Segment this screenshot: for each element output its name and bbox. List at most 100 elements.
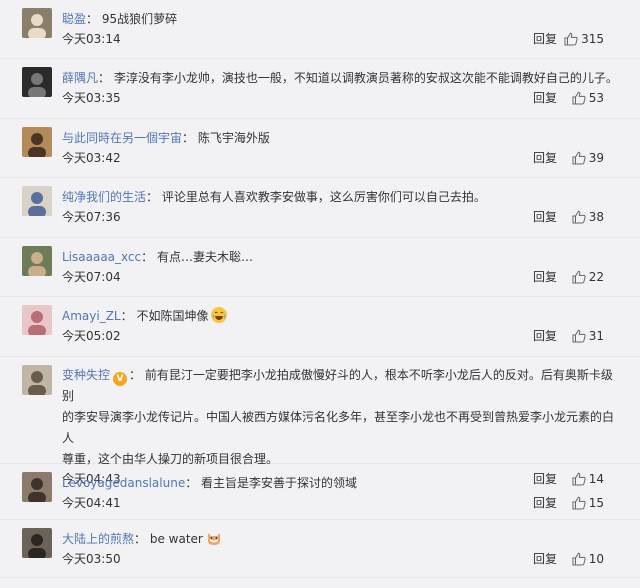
- cat-emoji-icon: [206, 530, 222, 546]
- comment-text: 95战狼们萝碎: [101, 12, 178, 26]
- reply-button[interactable]: 回复: [533, 325, 557, 347]
- comment-item: 大陆上的煎熬： be water 今天03:50 回复 10: [0, 520, 640, 578]
- like-button[interactable]: 39: [572, 147, 604, 169]
- avatar-image: [22, 186, 52, 216]
- avatar[interactable]: [22, 8, 52, 38]
- thumbs-up-icon: [564, 32, 578, 46]
- like-button[interactable]: 53: [572, 87, 604, 109]
- comment-item: Lisaaaaa_xcc： 有点…妻夫木聡… 今天07:04 回复 22: [0, 238, 640, 297]
- avatar[interactable]: [22, 127, 52, 157]
- avatar[interactable]: [22, 186, 52, 216]
- thumbs-up-icon: [572, 151, 586, 165]
- thumbs-up-icon: [572, 91, 586, 105]
- separator: ：: [98, 71, 111, 85]
- comment-item: Amayi_ZL： 不如陈国坤像 今天05:02 回复 31: [0, 297, 640, 357]
- separator: ：: [185, 476, 198, 490]
- reply-button[interactable]: 回复: [533, 87, 557, 109]
- reply-button[interactable]: 回复: [533, 28, 557, 50]
- timestamp: 今天03:50: [62, 552, 121, 566]
- comment-meta: 今天07:04 回复 22: [62, 268, 624, 290]
- username-link[interactable]: Lisaaaaa_xcc: [62, 250, 141, 264]
- comment-item: 薛隅凡： 李淳没有李小龙帅，演技也一般，不知道以调教演员著称的安叔这次能不能调教…: [0, 59, 640, 119]
- comment-text-line-1: 前有昆汀一定要把李小龙拍成傲慢好斗的人，根本不听李小龙后人的反对。后有奥斯卡级别: [62, 368, 613, 403]
- separator: ：: [182, 131, 195, 145]
- comment-meta: 今天03:14 回复 315: [62, 30, 624, 52]
- comment-text-line: 纯净我们的生活： 评论里总有人喜欢教李安做事，这么厉害你们可以自己去拍。: [62, 186, 624, 208]
- comment-item: 聪盈： 95战狼们萝碎 今天03:14 回复 315: [0, 0, 640, 59]
- like-count: 53: [588, 91, 604, 105]
- timestamp: 今天07:04: [62, 270, 121, 284]
- comment-text-line: 聪盈： 95战狼们萝碎: [62, 8, 624, 30]
- comment-text: 陈飞宇海外版: [197, 131, 270, 145]
- avatar[interactable]: [22, 365, 52, 395]
- avatar[interactable]: [22, 67, 52, 97]
- username-link[interactable]: 与此同時在另一個宇宙: [62, 131, 182, 145]
- avatar[interactable]: [22, 472, 52, 502]
- comment-text: 不如陈国坤像: [136, 309, 209, 323]
- avatar[interactable]: [22, 528, 52, 558]
- comment-text: 李淳没有李小龙帅，演技也一般，不知道以调教演员著称的安叔这次能不能调教好自己的儿…: [113, 71, 618, 85]
- like-button[interactable]: 10: [572, 548, 604, 570]
- like-count: 38: [588, 210, 604, 224]
- reply-button[interactable]: 回复: [533, 147, 557, 169]
- reply-button[interactable]: 回复: [533, 206, 557, 228]
- like-button[interactable]: 22: [572, 266, 604, 288]
- like-count: 31: [588, 329, 604, 343]
- avatar-image: [22, 528, 52, 558]
- like-button[interactable]: 38: [572, 206, 604, 228]
- like-button[interactable]: 31: [572, 325, 604, 347]
- timestamp: 今天03:35: [62, 91, 121, 105]
- like-count: 39: [588, 151, 604, 165]
- avatar-image: [22, 365, 52, 395]
- comment-meta: 今天03:50 回复 10: [62, 550, 624, 572]
- username-link[interactable]: 纯净我们的生活: [62, 190, 146, 204]
- thumbs-up-icon: [572, 496, 586, 510]
- avatar[interactable]: [22, 246, 52, 276]
- username-link[interactable]: Amayi_ZL: [62, 309, 121, 323]
- comment-text-line-2: 的李安导演李小龙传记片。中国人被西方媒体污名化多年，甚至李小龙也不再受到曾热爱李…: [62, 410, 615, 445]
- comment-item: 纯净我们的生活： 评论里总有人喜欢教李安做事，这么厉害你们可以自己去拍。 今天0…: [0, 178, 640, 238]
- comment-item: Levoyagedanslalune： 看主旨是李安善于探讨的领域 今天04:4…: [0, 464, 640, 520]
- separator: ：: [141, 250, 154, 264]
- timestamp: 今天05:02: [62, 329, 121, 343]
- thumbs-up-icon: [572, 329, 586, 343]
- username-link[interactable]: 大陆上的煎熬: [62, 532, 134, 546]
- like-button[interactable]: 315: [564, 28, 604, 50]
- comment-text-line: Lisaaaaa_xcc： 有点…妻夫木聡…: [62, 246, 624, 268]
- separator: ：: [146, 190, 159, 204]
- avatar[interactable]: [22, 305, 52, 335]
- separator: ：: [134, 532, 147, 546]
- reply-button[interactable]: 回复: [533, 548, 557, 570]
- like-count: 10: [588, 552, 604, 566]
- comment-text: 评论里总有人喜欢教李安做事，这么厉害你们可以自己去拍。: [161, 190, 486, 204]
- reply-button[interactable]: 回复: [533, 266, 557, 288]
- like-button[interactable]: 15: [572, 492, 604, 514]
- comment-meta: 今天04:41 回复 15: [62, 494, 624, 516]
- separator: ：: [120, 309, 133, 323]
- comment-text-line: 与此同時在另一個宇宙： 陈飞宇海外版: [62, 127, 624, 149]
- username-link[interactable]: 聪盈: [62, 12, 86, 26]
- username-link[interactable]: Levoyagedanslalune: [62, 476, 185, 490]
- comment-text-line: Amayi_ZL： 不如陈国坤像: [62, 305, 624, 327]
- comment-text-line: Levoyagedanslalune： 看主旨是李安善于探讨的领域: [62, 472, 624, 494]
- username-link[interactable]: 薛隅凡: [62, 71, 98, 85]
- username-link[interactable]: 变种失控: [62, 368, 110, 382]
- comment-text-line: 薛隅凡： 李淳没有李小龙帅，演技也一般，不知道以调教演员著称的安叔这次能不能调教…: [62, 67, 624, 89]
- verified-badge-icon: V: [113, 372, 128, 386]
- comment-meta: 今天07:36 回复 38: [62, 208, 624, 230]
- reply-button[interactable]: 回复: [533, 492, 557, 514]
- separator: ：: [129, 368, 142, 382]
- timestamp: 今天03:42: [62, 151, 121, 165]
- avatar-image: [22, 472, 52, 502]
- comment-text-line: 变种失控 V： 前有昆汀一定要把李小龙拍成傲慢好斗的人，根本不听李小龙后人的反对。…: [62, 365, 624, 470]
- avatar-image: [22, 127, 52, 157]
- thumbs-up-icon: [572, 210, 586, 224]
- comment-meta: 今天03:35 回复 53: [62, 89, 624, 111]
- like-count: 15: [588, 496, 604, 510]
- like-count: 315: [581, 32, 604, 46]
- comment-item: 与此同時在另一個宇宙： 陈飞宇海外版 今天03:42 回复 39: [0, 119, 640, 178]
- comment-list: 聪盈： 95战狼们萝碎 今天03:14 回复 315 薛隅凡： 李淳没有李小龙帅…: [0, 0, 640, 588]
- avatar-image: [22, 67, 52, 97]
- comment-text: be water: [149, 532, 203, 546]
- thumbs-up-icon: [572, 552, 586, 566]
